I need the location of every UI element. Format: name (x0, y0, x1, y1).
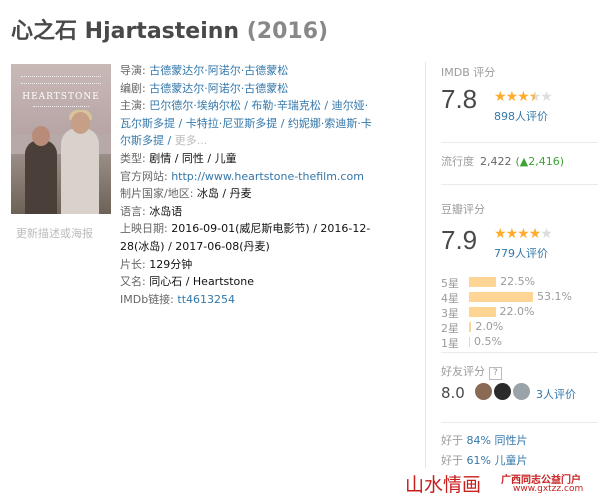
info-row: 编剧: 古德蒙达尔·阿诺尔·古德蒙松 (120, 80, 375, 98)
star-full-icon: ★ (494, 89, 507, 105)
rating-bar (469, 337, 470, 347)
imdb-stars: ★★★★★ (494, 89, 553, 105)
star-full-icon: ★ (505, 89, 519, 105)
avatar[interactable] (513, 383, 530, 400)
info-row: 官方网站: http://www.heartstone-thefilm.com (120, 168, 375, 186)
info-row: 又名: 同心石 / Heartstone (120, 273, 375, 291)
better-prefix: 好于 (441, 454, 467, 467)
divider (441, 352, 598, 353)
imdb-votes-link[interactable]: 898人评价 (494, 108, 548, 124)
better-pct-link[interactable]: 61% (467, 454, 491, 467)
info-row: 类型: 剧情 / 同性 / 儿童 (120, 150, 375, 168)
better-pct-link[interactable]: 84% (467, 434, 491, 447)
movie-title: 心之石 Hjartasteinn (2016) (11, 13, 328, 45)
divider (441, 422, 598, 423)
info-row: 导演: 古德蒙达尔·阿诺尔·古德蒙松 (120, 62, 375, 80)
avatar[interactable] (494, 383, 511, 400)
better-genre-link[interactable]: 同性片 (494, 434, 527, 447)
movie-year: (2016) (246, 19, 329, 44)
info-row: 主演: 巴尔德尔·埃纳尔松 / 布勒·辛瑞克松 / 迪尔娅·瓦尔斯多提 / 卡特… (120, 97, 375, 150)
better-than-2: 好于 61% 儿童片 (441, 452, 527, 468)
info-label: 主演: (120, 99, 150, 113)
better-genre-link[interactable]: 儿童片 (494, 454, 527, 467)
info-label: 编剧: (120, 81, 150, 95)
friend-score: 8.0 (441, 384, 465, 402)
douban-rating-label: 豆瓣评分 (441, 203, 485, 216)
watermark: 山水情画 广西同志公益门户 www.gxtzz.com (400, 468, 604, 498)
popularity-label: 流行度 (441, 155, 474, 168)
column-divider (425, 62, 426, 498)
rating-bar (469, 307, 496, 317)
star-full-icon: ★ (517, 226, 530, 242)
info-row: 上映日期: 2016-09-01(威尼斯电影节) / 2016-12-28(冰岛… (120, 220, 375, 255)
info-label: 上映日期: (120, 222, 172, 236)
movie-name: 心之石 Hjartasteinn (11, 19, 240, 44)
star-empty-icon: ★ (540, 89, 553, 105)
info-value[interactable]: http://www.heartstone-thefilm.com (171, 170, 364, 183)
info-row: 语言: 冰岛语 (120, 203, 375, 221)
star-full-icon: ★ (505, 226, 519, 242)
info-value: 剧情 / 同性 / 儿童 (149, 151, 237, 165)
info-label: 类型: (120, 151, 150, 165)
watermark-text: 山水情画 (405, 474, 482, 496)
rating-percent: 0.5% (474, 335, 502, 348)
help-icon[interactable]: ? (489, 367, 502, 380)
rating-percent: 2.0% (475, 320, 504, 333)
rating-percent: 53.1% (537, 290, 572, 303)
watermark-url: www.gxtzz.com (513, 484, 584, 494)
update-description-link[interactable]: 更新描述或海报 (16, 225, 93, 241)
rating-percent: 22.5% (500, 275, 536, 288)
more-link[interactable]: 更多... (175, 134, 208, 147)
star-full-icon: ★ (494, 226, 507, 242)
info-value[interactable]: 古德蒙达尔·阿诺尔·古德蒙松 (149, 82, 288, 95)
star-full-icon: ★ (528, 226, 542, 242)
poster-title-text: HEARTSTONE (22, 92, 100, 102)
movie-info: 导演: 古德蒙达尔·阿诺尔·古德蒙松 编剧: 古德蒙达尔·阿诺尔·古德蒙松 主演: … (120, 62, 375, 308)
rating-star-label: 2星 (441, 322, 459, 335)
imdb-rating-label: IMDB 评分 (441, 66, 496, 79)
info-value: 129分钟 (149, 257, 193, 271)
rating-star-label: 1星 (441, 337, 459, 350)
info-value: 冰岛语 (149, 204, 183, 218)
divider (441, 184, 598, 185)
info-row: 片长: 129分钟 (120, 256, 375, 274)
douban-votes-link[interactable]: 779人评价 (494, 245, 548, 261)
movie-poster[interactable]: HEARTSTONE (11, 64, 111, 214)
info-value[interactable]: 古德蒙达尔·阿诺尔·古德蒙松 (149, 64, 288, 77)
friend-rating-label: 好友评分? (441, 363, 502, 380)
star-half-icon: ★ (528, 89, 542, 105)
info-label: 又名: (120, 275, 150, 289)
rating-star-label: 3星 (441, 307, 459, 320)
info-label: 制片国家/地区: (120, 187, 197, 201)
info-label: 片长: (120, 257, 150, 271)
info-value[interactable]: 巴尔德尔·埃纳尔松 / 布勒·辛瑞克松 / 迪尔娅·瓦尔斯多提 / 卡特拉·尼亚… (120, 99, 372, 147)
star-empty-icon: ★ (540, 226, 553, 242)
star-full-icon: ★ (517, 89, 530, 105)
better-prefix: 好于 (441, 434, 467, 447)
info-label: 导演: (120, 64, 150, 77)
friend-count-link[interactable]: 3人评价 (536, 386, 576, 402)
popularity-value: 2,422 (480, 155, 512, 168)
rating-star-label: 5星 (441, 277, 459, 290)
info-label: 官方网站: (120, 169, 172, 183)
info-row: IMDb链接: tt4613254 (120, 291, 375, 309)
info-label: 语言: (120, 204, 150, 218)
popularity-change: (▲2,416) (515, 155, 565, 168)
info-value: 冰岛 / 丹麦 (196, 187, 252, 201)
avatar[interactable] (475, 383, 492, 400)
info-value[interactable]: tt4613254 (177, 293, 235, 306)
rating-bar (469, 292, 533, 302)
rating-percent: 22.0% (499, 305, 535, 318)
info-value: 同心石 / Heartstone (149, 275, 255, 289)
better-than-1: 好于 84% 同性片 (441, 432, 527, 448)
friend-rating-title: 好友评分 (441, 365, 485, 378)
rating-star-label: 4星 (441, 292, 459, 305)
rating-bar (469, 322, 472, 332)
info-label: IMDb链接: (120, 292, 178, 306)
douban-stars: ★★★★★ (494, 226, 553, 242)
popularity: 流行度 2,422 (▲2,416) (441, 153, 564, 169)
rating-bar (469, 277, 497, 287)
divider (441, 142, 598, 143)
info-row: 制片国家/地区: 冰岛 / 丹麦 (120, 185, 375, 203)
